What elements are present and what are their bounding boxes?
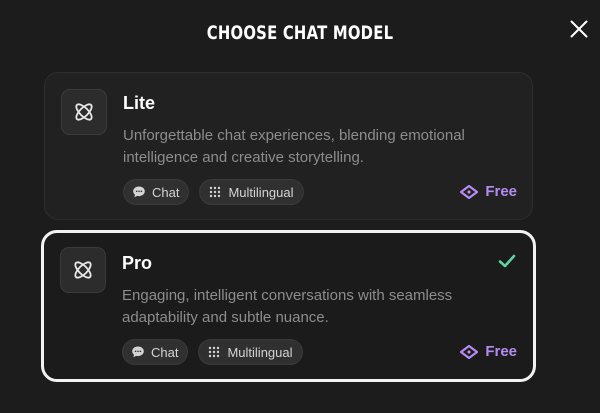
checkmark-icon bbox=[498, 254, 516, 268]
tag-multilingual: Multilingual bbox=[199, 179, 304, 205]
tag-chat: Chat bbox=[123, 179, 190, 205]
tag-label: Multilingual bbox=[228, 184, 294, 200]
price-text: Free bbox=[485, 343, 517, 360]
price-label: Free bbox=[460, 183, 517, 200]
model-card-lite[interactable]: Lite Unforgettable chat experiences, ble… bbox=[44, 72, 533, 220]
dots-grid-icon bbox=[210, 186, 221, 198]
close-button[interactable] bbox=[566, 16, 592, 42]
atom-icon bbox=[60, 247, 106, 293]
model-description: Engaging, intelligent conversations with… bbox=[122, 287, 453, 326]
dots-grid-icon bbox=[209, 346, 220, 358]
modal-title: CHOOSE CHAT MODEL bbox=[206, 22, 394, 44]
close-icon bbox=[570, 20, 588, 38]
tag-label: Chat bbox=[152, 184, 180, 200]
price-text: Free bbox=[485, 183, 517, 200]
tag-chat: Chat bbox=[122, 339, 189, 365]
tag-label: Chat bbox=[151, 344, 179, 360]
model-card-pro[interactable]: Pro Engaging, intelligent conversations … bbox=[41, 230, 536, 382]
diamond-eye-icon bbox=[460, 344, 479, 359]
atom-icon bbox=[61, 89, 107, 135]
model-tags: Chat Multilingual bbox=[122, 339, 303, 365]
tag-label: Multilingual bbox=[227, 344, 293, 360]
model-tags: Chat Multilingual bbox=[123, 179, 304, 205]
diamond-eye-icon bbox=[460, 184, 479, 199]
tag-multilingual: Multilingual bbox=[198, 339, 303, 365]
model-description: Unforgettable chat experiences, blending… bbox=[123, 127, 465, 166]
price-label: Free bbox=[460, 343, 517, 360]
chat-bubble-icon bbox=[133, 186, 145, 198]
choose-model-modal: CHOOSE CHAT MODEL Lite Unforgettable cha… bbox=[0, 0, 600, 413]
model-name: Pro bbox=[122, 253, 153, 273]
model-name: Lite bbox=[123, 93, 156, 113]
chat-bubble-icon bbox=[132, 346, 144, 358]
